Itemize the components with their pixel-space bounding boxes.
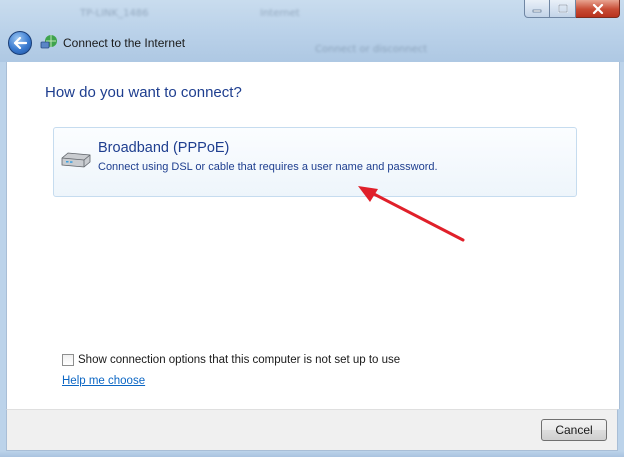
close-button[interactable]	[576, 0, 620, 18]
network-connection-icon	[40, 35, 57, 49]
maximize-icon	[557, 4, 568, 13]
minimize-button[interactable]	[524, 0, 550, 18]
wizard-footer	[6, 409, 618, 451]
option-description: Connect using DSL or cable that requires…	[98, 161, 438, 173]
background-window-text: Connect or disconnect	[315, 44, 428, 55]
close-icon	[592, 3, 603, 14]
show-options-row: Show connection options that this comput…	[62, 354, 400, 366]
cancel-button[interactable]: Cancel	[541, 419, 607, 441]
back-arrow-icon	[13, 37, 27, 49]
background-window-text: Internet	[260, 8, 300, 19]
maximize-button[interactable]	[550, 0, 576, 18]
window-frame-bottom	[0, 451, 624, 457]
show-options-label[interactable]: Show connection options that this comput…	[78, 354, 400, 366]
help-me-choose-link[interactable]: Help me choose	[62, 375, 145, 387]
window-controls	[524, 0, 620, 18]
page-title: How do you want to connect?	[45, 84, 242, 101]
option-title: Broadband (PPPoE)	[98, 140, 230, 156]
broadband-modem-icon	[61, 152, 91, 168]
minimize-icon	[532, 9, 542, 12]
back-button[interactable]	[8, 31, 32, 55]
window-title: Connect to the Internet	[63, 36, 186, 50]
window-titlebar: TP-LINK_1486 Internet Connect or disconn…	[0, 0, 624, 62]
background-window-text: TP-LINK_1486	[80, 8, 149, 19]
annotation-arrow	[358, 186, 465, 242]
show-options-checkbox[interactable]	[62, 354, 74, 366]
